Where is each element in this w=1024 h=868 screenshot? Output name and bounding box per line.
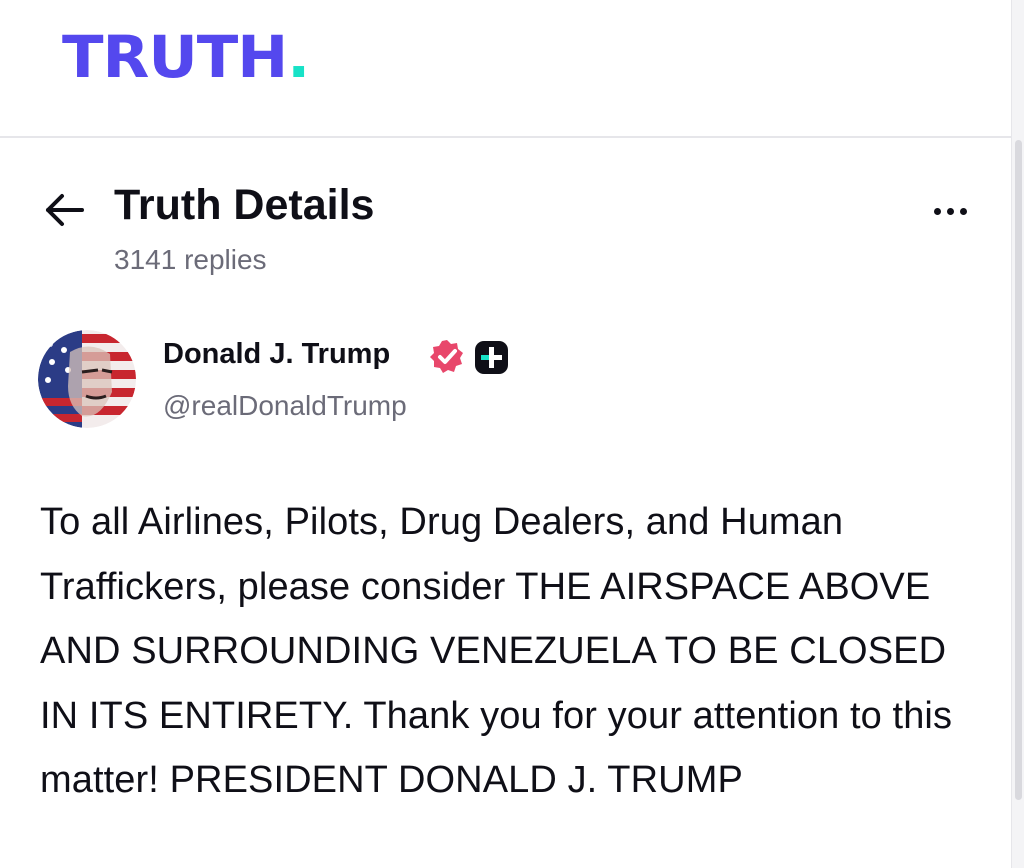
more-options-button[interactable]	[922, 196, 978, 226]
avatar[interactable]	[38, 330, 136, 428]
reply-count: 3141 replies	[114, 244, 267, 275]
author-name[interactable]: Donald J. Trump	[163, 338, 390, 371]
back-button[interactable]	[40, 188, 88, 232]
scrollbar[interactable]	[1011, 0, 1024, 868]
page: TRUTH. Truth Details 3141 replies Donald…	[0, 0, 1024, 868]
details-header: Truth Details 3141 replies	[0, 160, 1000, 290]
more-horizontal-icon-dot	[933, 207, 941, 215]
logo-text: TRUTH	[62, 23, 288, 91]
more-horizontal-icon-dot	[959, 207, 967, 215]
post-text: To all Airlines, Pilots, Drug Dealers, a…	[40, 501, 953, 801]
more-horizontal-icon-dot	[946, 207, 954, 215]
top-header: TRUTH.	[0, 0, 1012, 138]
scrollbar-thumb[interactable]	[1015, 140, 1022, 800]
arrow-left-icon	[46, 194, 84, 226]
logo-dot: .	[287, 23, 310, 91]
avatar-image	[38, 330, 136, 428]
verified-badge-icon	[430, 340, 463, 373]
truth-logo[interactable]: TRUTH.	[62, 28, 310, 86]
page-title: Truth Details	[114, 181, 375, 229]
truth-plus-badge-icon	[475, 341, 508, 374]
author-handle[interactable]: @realDonaldTrump	[163, 390, 407, 422]
